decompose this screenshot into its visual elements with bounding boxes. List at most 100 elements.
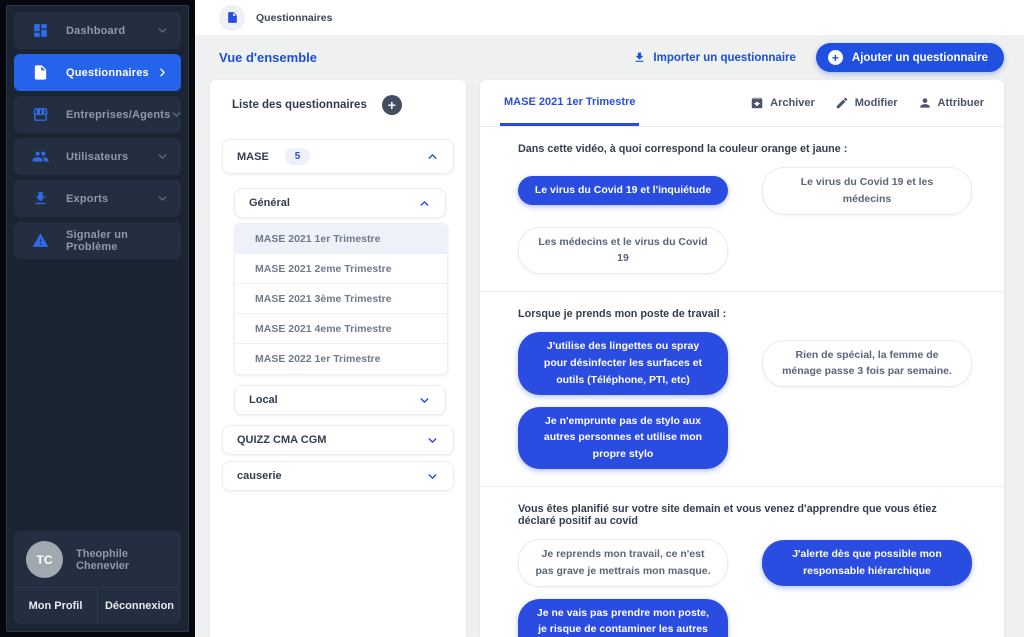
breadcrumb[interactable]: Questionnaires (256, 12, 332, 24)
accordion-label: MASE (237, 151, 269, 163)
accordion-general[interactable]: Général (234, 188, 446, 218)
answer-pill[interactable]: Rien de spécial, la femme de ménage pass… (762, 340, 972, 388)
import-link-label: Importer un questionnaire (653, 52, 796, 64)
accordion-causerie[interactable]: causerie (222, 461, 454, 491)
list-item[interactable]: MASE 2022 1er Trimestre (235, 344, 447, 374)
accordion-local[interactable]: Local (234, 385, 446, 415)
sidebar-item-label: Entreprises/Agents (66, 109, 170, 121)
sidebar-item-label: Signaler un Problème (66, 229, 169, 253)
panels-row: Liste des questionnaires + MASE 5 Généra… (195, 80, 1024, 637)
tab-mase-2021-1er-trimestre[interactable]: MASE 2021 1er Trimestre (500, 80, 639, 126)
detail-tabbar: MASE 2021 1er Trimestre Archiver Modifie… (480, 80, 1004, 127)
warning-icon (32, 232, 49, 249)
answer-pill-selected[interactable]: Je n'emprunte pas de stylo aux autres pe… (518, 407, 728, 469)
pencil-icon (835, 96, 849, 110)
download-icon (32, 190, 49, 207)
profile-button[interactable]: Mon Profil (14, 588, 98, 624)
chevron-down-icon (156, 192, 169, 205)
accordion-label: QUIZZ CMA CGM (237, 434, 326, 446)
sidebar-item-label: Questionnaires (66, 67, 149, 79)
sidebar-nav: Dashboard Questionnaires Entreprises/A (7, 6, 188, 259)
add-category-button[interactable]: + (382, 95, 402, 115)
action-label: Attribuer (938, 97, 984, 109)
questionnaire-list-panel: Liste des questionnaires + MASE 5 Généra… (210, 80, 466, 637)
answer-pill[interactable]: Je reprends mon travail, ce n'est pas gr… (518, 539, 728, 587)
sidebar-panel: Dashboard Questionnaires Entreprises/A (6, 5, 189, 632)
sidebar: Dashboard Questionnaires Entreprises/A (0, 0, 195, 637)
logout-button[interactable]: Déconnexion (98, 588, 181, 624)
spacer (222, 174, 454, 188)
edit-button[interactable]: Modifier (835, 96, 898, 110)
answer-pill-selected[interactable]: J'utilise des lingettes ou spray pour dé… (518, 332, 728, 394)
list-item[interactable]: MASE 2021 1er Trimestre (235, 224, 447, 254)
questionnaire-list: MASE 2021 1er Trimestre MASE 2021 2eme T… (234, 223, 448, 375)
chevron-right-icon (156, 66, 169, 79)
add-questionnaire-button[interactable]: + Ajouter un questionnaire (816, 43, 1004, 72)
list-item[interactable]: MASE 2021 2eme Trimestre (235, 254, 447, 284)
answers-grid: Le virus du Covid 19 et l'inquiétude Le … (518, 167, 972, 274)
list-panel-title: Liste des questionnaires (232, 99, 367, 111)
answers-grid: J'utilise des lingettes ou spray pour dé… (518, 332, 972, 469)
sidebar-item-dashboard[interactable]: Dashboard (14, 12, 181, 49)
assign-button[interactable]: Attribuer (918, 96, 984, 110)
sidebar-item-exports[interactable]: Exports (14, 180, 181, 217)
plus-circle-icon: + (828, 50, 843, 65)
chevron-down-icon (156, 150, 169, 163)
list-panel-header: Liste des questionnaires + (210, 80, 466, 119)
accordion-label: Local (249, 394, 278, 406)
chevron-down-icon (418, 394, 431, 407)
dashboard-icon (32, 22, 49, 39)
document-icon (32, 64, 49, 81)
import-questionnaire-link[interactable]: Importer un questionnaire (633, 51, 796, 64)
answers-grid: Je reprends mon travail, ce n'est pas gr… (518, 539, 972, 637)
person-icon (918, 96, 932, 110)
accordion-label: causerie (237, 470, 282, 482)
spacer (222, 375, 454, 385)
accordion-mase[interactable]: MASE 5 (222, 139, 454, 174)
chevron-down-icon (426, 470, 439, 483)
answer-pill-selected[interactable]: Le virus du Covid 19 et l'inquiétude (518, 176, 728, 205)
list-item[interactable]: MASE 2021 3ème Trimestre (235, 284, 447, 314)
answer-pill[interactable]: Le virus du Covid 19 et les médecins (762, 167, 972, 215)
user-actions: Mon Profil Déconnexion (14, 587, 181, 624)
download-icon (633, 51, 646, 64)
accordion-quizz-cma-cgm[interactable]: QUIZZ CMA CGM (222, 425, 454, 455)
user-card: TC Theophile Chenevier Mon Profil Déconn… (14, 531, 181, 624)
user-row: TC Theophile Chenevier (14, 531, 181, 587)
question-block: Lorsque je prends mon poste de travail :… (480, 292, 1004, 469)
list-panel-body: MASE 5 Général MASE 2021 1er Trimestre M… (210, 119, 466, 637)
add-button-label: Ajouter un questionnaire (852, 52, 988, 64)
answer-pill[interactable]: Les médecins et le virus du Covid 19 (518, 227, 728, 275)
users-icon (32, 148, 49, 165)
breadcrumb-document-icon[interactable] (219, 5, 245, 31)
sidebar-item-signaler-probleme[interactable]: Signaler un Problème (14, 222, 181, 259)
chevron-down-icon (426, 434, 439, 447)
detail-actions: Archiver Modifier Attribuer (750, 80, 984, 126)
sidebar-item-label: Dashboard (66, 25, 125, 37)
question-label: Dans cette vidéo, à quoi correspond la c… (518, 143, 972, 155)
sidebar-item-label: Exports (66, 193, 108, 205)
page-header: Vue d'ensemble Importer un questionnaire… (195, 35, 1024, 80)
header-actions: Importer un questionnaire + Ajouter un q… (633, 43, 1004, 72)
chevron-up-icon (418, 197, 431, 210)
main-area: Questionnaires Vue d'ensemble Importer u… (195, 0, 1024, 637)
answer-pill-selected[interactable]: Je ne vais pas prendre mon poste, je ris… (518, 599, 728, 637)
action-label: Modifier (855, 97, 898, 109)
question-label: Lorsque je prends mon poste de travail : (518, 308, 972, 320)
spacer (222, 415, 454, 425)
sidebar-item-entreprises-agents[interactable]: Entreprises/Agents (14, 96, 181, 133)
accordion-label: Général (249, 197, 290, 209)
questionnaire-detail-panel: MASE 2021 1er Trimestre Archiver Modifie… (480, 80, 1004, 637)
storefront-icon (32, 106, 49, 123)
archive-button[interactable]: Archiver (750, 96, 815, 110)
questions-area: Dans cette vidéo, à quoi correspond la c… (480, 127, 1004, 637)
question-block: Dans cette vidéo, à quoi correspond la c… (480, 127, 1004, 274)
chevron-up-icon (426, 150, 439, 163)
sidebar-item-label: Utilisateurs (66, 151, 128, 163)
sidebar-item-utilisateurs[interactable]: Utilisateurs (14, 138, 181, 175)
user-name: Theophile Chenevier (76, 548, 169, 572)
list-item[interactable]: MASE 2021 4eme Trimestre (235, 314, 447, 344)
sidebar-item-questionnaires[interactable]: Questionnaires (14, 54, 181, 91)
question-block: Vous êtes planifié sur votre site demain… (480, 487, 1004, 637)
answer-pill-selected[interactable]: J'alerte dès que possible mon responsabl… (762, 540, 972, 586)
